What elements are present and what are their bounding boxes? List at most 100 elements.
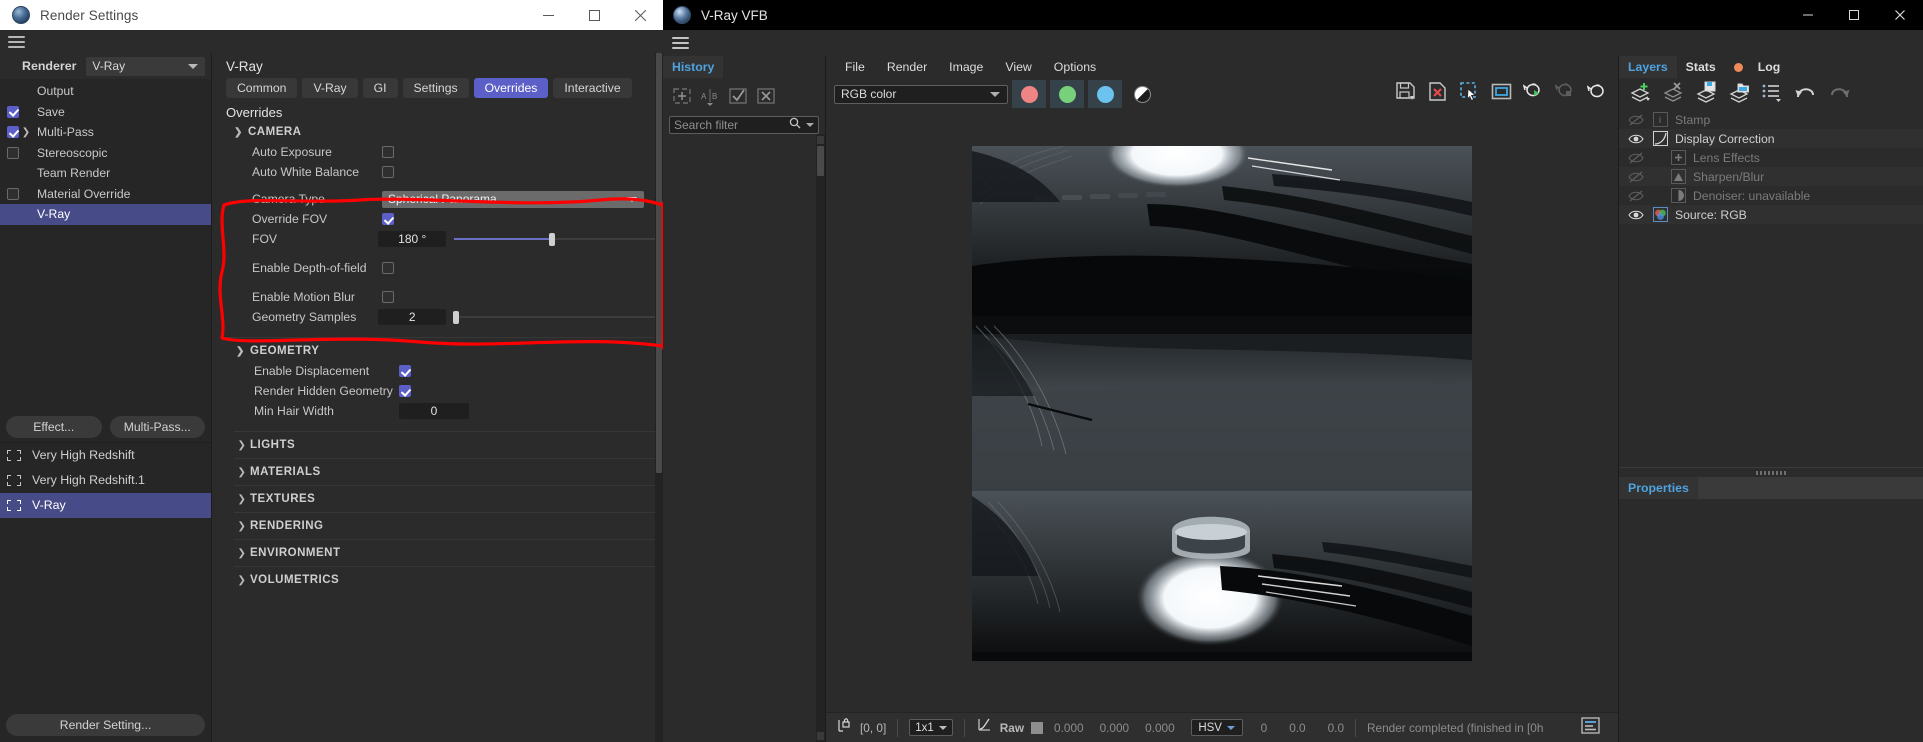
tab-gi[interactable]: GI — [362, 78, 398, 98]
layer-row-source-rgb[interactable]: Source: RGB — [1619, 205, 1923, 224]
maximize-button[interactable] — [571, 0, 617, 30]
sidebar-item-save[interactable]: Save — [0, 102, 211, 123]
add-layer-icon[interactable] — [1629, 81, 1653, 108]
layer-list-icon[interactable] — [1761, 81, 1785, 108]
fov-slider-knob[interactable] — [549, 232, 556, 246]
tab-common[interactable]: Common — [226, 78, 298, 98]
undo-icon[interactable] — [1794, 81, 1818, 108]
green-channel-button[interactable] — [1050, 80, 1084, 108]
save-checkbox[interactable] — [7, 105, 19, 118]
multi-pass-button[interactable]: Multi-Pass... — [109, 415, 205, 438]
select-history-icon[interactable] — [727, 86, 749, 106]
tab-properties[interactable]: Properties — [1619, 477, 1698, 499]
geometry-samples-slider[interactable] — [453, 309, 663, 325]
vfb-minimize-button[interactable] — [1785, 0, 1831, 30]
region-render-icon[interactable] — [1459, 81, 1480, 107]
effect-button[interactable]: Effect... — [6, 415, 102, 438]
geometry-samples-knob[interactable] — [453, 310, 460, 324]
geometry-group-header[interactable]: ❯ GEOMETRY — [236, 341, 663, 361]
tab-layers[interactable]: Layers — [1619, 56, 1677, 78]
geometry-samples-field[interactable]: 2 — [378, 309, 447, 325]
load-layers-icon[interactable] — [1728, 81, 1752, 108]
color-curve-icon[interactable] — [976, 717, 992, 738]
alpha-channel-icon[interactable] — [1134, 85, 1151, 103]
render-setting-button[interactable]: Render Setting... — [6, 714, 205, 736]
remove-history-icon[interactable] — [755, 86, 777, 106]
menu-image[interactable]: Image — [938, 56, 994, 78]
start-render-icon[interactable] — [1522, 81, 1544, 107]
group-rendering[interactable]: ❯ RENDERING — [234, 512, 663, 539]
add-to-history-icon[interactable] — [671, 86, 693, 106]
scroll-down-arrow[interactable] — [817, 732, 824, 740]
hamburger-menu-icon[interactable] — [8, 35, 25, 48]
color-mode-dropdown[interactable]: HSV — [1190, 719, 1243, 736]
tab-history[interactable]: History — [663, 56, 724, 78]
blue-channel-button[interactable] — [1088, 80, 1122, 108]
minimize-button[interactable] — [525, 0, 571, 30]
tab-settings[interactable]: Settings — [402, 78, 469, 98]
group-textures[interactable]: ❯ TEXTURES — [234, 485, 663, 512]
min-hair-width-field[interactable]: 0 — [399, 403, 469, 419]
preset-item-vray[interactable]: V-Ray — [0, 492, 211, 518]
chevron-right-icon[interactable]: ❯ — [19, 127, 33, 138]
overrides-scrollbar[interactable] — [655, 53, 663, 742]
stereoscopic-checkbox[interactable] — [7, 146, 19, 159]
panel-splitter-handle[interactable] — [1619, 467, 1923, 477]
vfb-maximize-button[interactable] — [1831, 0, 1877, 30]
tab-overrides[interactable]: Overrides — [473, 78, 549, 98]
vfb-close-button[interactable] — [1877, 0, 1923, 30]
log-panel-icon[interactable] — [1581, 716, 1600, 739]
auto-white-balance-checkbox[interactable] — [382, 166, 394, 178]
visibility-off-icon[interactable] — [1619, 171, 1653, 183]
material-override-checkbox[interactable] — [7, 187, 19, 200]
sidebar-item-output[interactable]: Output — [0, 81, 211, 102]
sidebar-item-team-render[interactable]: Team Render — [0, 163, 211, 184]
layer-row-denoiser[interactable]: Denoiser: unavailable — [1619, 186, 1923, 205]
search-icon[interactable] — [789, 116, 801, 134]
renderer-dropdown[interactable]: V-Ray — [86, 56, 205, 76]
group-materials[interactable]: ❯ MATERIALS — [234, 458, 663, 485]
history-list[interactable] — [663, 134, 825, 742]
tab-log[interactable]: Log — [1725, 56, 1790, 78]
tab-interactive[interactable]: Interactive — [553, 78, 632, 98]
layer-row-stamp[interactable]: i Stamp — [1619, 110, 1923, 129]
camera-group-header[interactable]: ❯ CAMERA — [234, 122, 663, 142]
scroll-up-arrow[interactable] — [817, 136, 824, 144]
layer-row-display-correction[interactable]: Display Correction — [1619, 129, 1923, 148]
clear-image-icon[interactable] — [1427, 81, 1448, 107]
enable-motion-blur-checkbox[interactable] — [382, 291, 394, 303]
visibility-off-icon[interactable] — [1619, 190, 1653, 202]
sample-size-dropdown[interactable]: 1x1 — [909, 719, 953, 736]
save-layers-icon[interactable] — [1695, 81, 1719, 108]
visibility-off-icon[interactable] — [1619, 114, 1653, 126]
pixel-lock-icon[interactable] — [836, 717, 852, 738]
sidebar-item-stereoscopic[interactable]: Stereoscopic — [0, 143, 211, 164]
history-search-input[interactable]: Search filter — [669, 116, 819, 134]
sidebar-item-material-override[interactable]: Material Override — [0, 184, 211, 205]
rendered-image[interactable] — [972, 146, 1472, 661]
visibility-on-icon[interactable] — [1619, 209, 1653, 221]
search-filter-dropdown-icon[interactable] — [806, 123, 814, 127]
group-volumetrics[interactable]: ❯ VOLUMETRICS — [234, 566, 663, 593]
menu-render[interactable]: Render — [876, 56, 938, 78]
visibility-on-icon[interactable] — [1619, 133, 1653, 145]
compare-ab-icon[interactable]: AB — [699, 86, 721, 106]
tab-vray[interactable]: V-Ray — [302, 78, 358, 98]
enable-displacement-checkbox[interactable] — [399, 365, 411, 377]
layer-row-sharpen-blur[interactable]: Sharpen/Blur — [1619, 167, 1923, 186]
visibility-off-icon[interactable] — [1619, 152, 1653, 164]
override-fov-checkbox[interactable] — [382, 213, 394, 225]
save-image-icon[interactable] — [1395, 81, 1416, 107]
scrollbar-thumb[interactable] — [656, 53, 662, 473]
auto-exposure-checkbox[interactable] — [382, 146, 394, 158]
camera-type-dropdown[interactable]: Spherical Panorama — [382, 190, 644, 208]
sidebar-item-multi-pass[interactable]: ❯ Multi-Pass — [0, 122, 211, 143]
fov-value-field[interactable]: 180 ° — [378, 231, 447, 247]
preset-item-very-high-redshift[interactable]: Very High Redshift — [0, 443, 211, 468]
history-scrollbar[interactable] — [816, 134, 825, 742]
history-scrollbar-thumb[interactable] — [817, 146, 824, 176]
preset-item-very-high-redshift-1[interactable]: Very High Redshift.1 — [0, 468, 211, 493]
menu-file[interactable]: File — [834, 56, 876, 78]
tab-stats[interactable]: Stats — [1677, 56, 1725, 78]
red-channel-button[interactable] — [1012, 80, 1046, 108]
